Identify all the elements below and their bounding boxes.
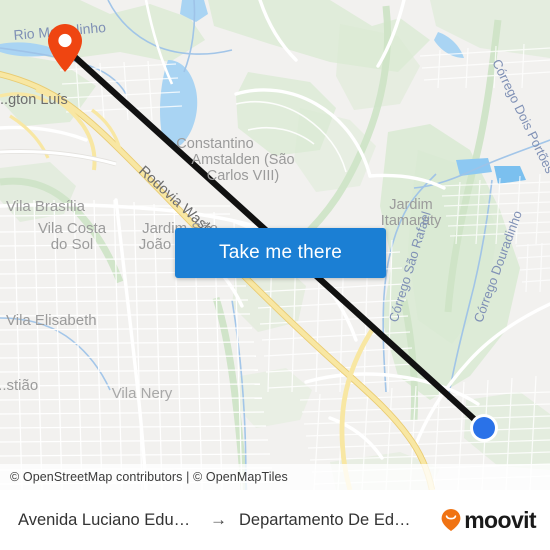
moovit-wordmark: moovit (464, 506, 536, 533)
map-attribution[interactable]: © OpenStreetMap contributors | © OpenMap… (0, 464, 550, 490)
moovit-pin-icon (441, 509, 461, 531)
route-origin-label: Avenida Luciano Eduard... (18, 510, 198, 529)
route-destination-label: Departamento De Educ... (239, 510, 419, 529)
moovit-route-preview: Rio Monjolinho ...gton Luís Rodovia Wash… (0, 0, 550, 550)
destination-dot-icon[interactable] (466, 410, 502, 446)
route-summary: Avenida Luciano Eduard... → Departamento… (18, 510, 419, 530)
bottom-bar: Avenida Luciano Eduard... → Departamento… (0, 490, 550, 550)
moovit-logo[interactable]: moovit (440, 507, 540, 534)
origin-pin-icon[interactable] (43, 20, 87, 76)
take-me-there-button[interactable]: Take me there (175, 228, 386, 278)
map-canvas[interactable]: Rio Monjolinho ...gton Luís Rodovia Wash… (0, 0, 550, 490)
arrow-right-icon: → (210, 510, 227, 529)
